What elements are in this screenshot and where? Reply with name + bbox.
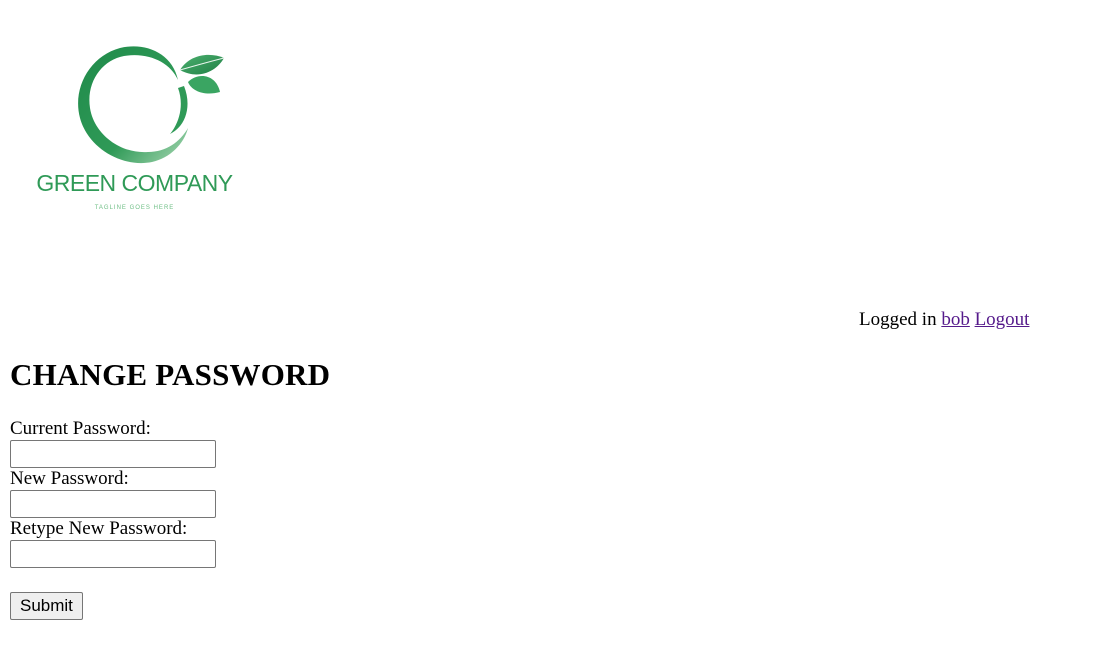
current-password-label: Current Password: [10,418,151,439]
change-password-form: Current Password: New Password: Retype N… [10,418,410,620]
session-info: Logged in bob Logout [859,309,1029,331]
page: GREEN COMPANY TAGLINE GOES HERE Logged i… [0,0,1106,657]
leaf-ring-logo-icon [78,46,225,164]
current-password-input[interactable] [10,440,216,468]
retype-password-label: Retype New Password: [10,518,188,539]
company-name: GREEN COMPANY [36,170,233,196]
username-link[interactable]: bob [941,309,970,330]
retype-password-input[interactable] [10,540,216,568]
page-title: CHANGE PASSWORD [10,357,331,392]
logged-in-label: Logged in [859,309,937,330]
company-logo: GREEN COMPANY TAGLINE GOES HERE [20,30,250,230]
company-tagline: TAGLINE GOES HERE [94,205,175,211]
submit-button[interactable]: Submit [10,592,83,620]
new-password-label: New Password: [10,468,129,489]
new-password-input[interactable] [10,490,216,518]
logout-link[interactable]: Logout [975,309,1030,330]
